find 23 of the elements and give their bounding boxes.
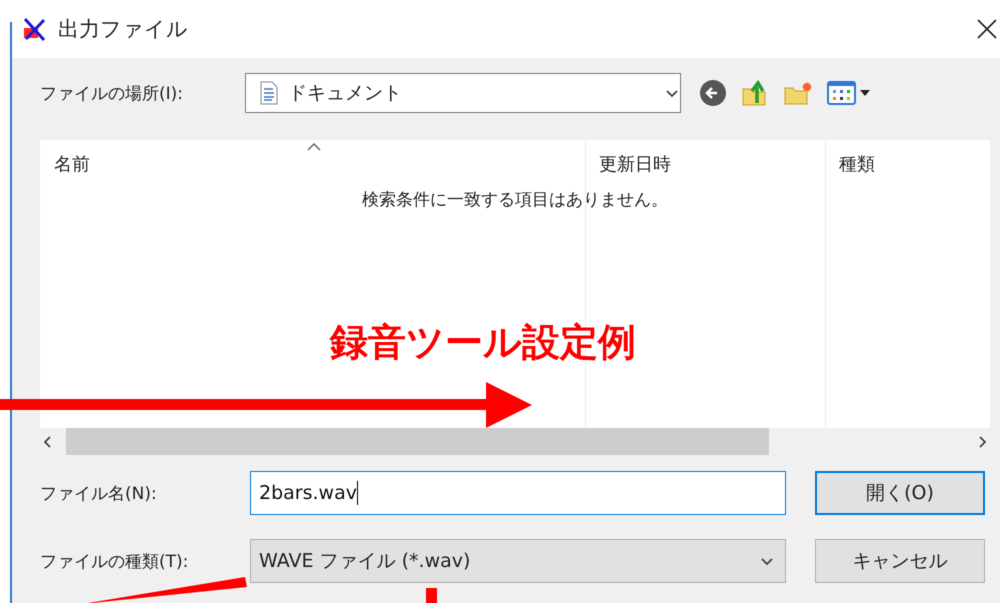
open-button[interactable]: 開く(O) <box>815 471 985 515</box>
empty-message: 検索条件に一致する項目はありません。 <box>362 189 668 211</box>
file-type-dropdown[interactable]: WAVE ファイル (*.wav) <box>250 539 786 583</box>
column-header[interactable]: 名前 <box>40 152 585 176</box>
cancel-button[interactable]: キャンセル <box>815 539 985 583</box>
window-title: 出力ファイル <box>58 16 189 43</box>
column-header[interactable]: 種類 <box>825 152 990 176</box>
sort-chevron-icon <box>306 142 322 152</box>
file-type-label: ファイルの種類(T): <box>40 550 190 572</box>
new-folder-icon[interactable] <box>783 80 813 106</box>
column-header[interactable]: 更新日時 <box>585 152 825 176</box>
location-label: ファイルの場所(I): <box>40 82 184 104</box>
file-name-label: ファイル名(N): <box>40 482 158 504</box>
app-icon <box>22 16 48 42</box>
file-list[interactable]: 名前 更新日時 種類 検索条件に一致する項目はありません。 録音ツール設定例 <box>40 140 990 428</box>
annotation-text: 録音ツール設定例 <box>330 319 636 366</box>
scrollbar-thumb[interactable] <box>66 428 769 455</box>
back-icon[interactable] <box>699 79 727 107</box>
file-name-field[interactable]: 2bars.wav <box>250 471 786 515</box>
close-icon[interactable] <box>976 18 998 40</box>
location-dropdown[interactable]: ドキュメント <box>245 73 681 113</box>
document-icon <box>260 81 278 105</box>
view-menu-icon[interactable] <box>827 80 871 106</box>
